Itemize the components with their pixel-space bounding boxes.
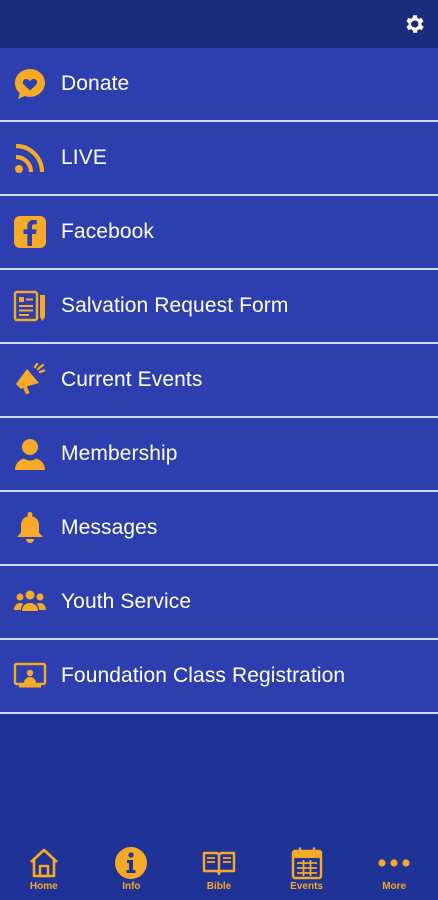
tab-label: Info (122, 881, 141, 892)
home-icon (29, 848, 58, 878)
menu-list: Donate LIVE Facebook Salvation Request F… (0, 48, 438, 714)
menu-item-label: Foundation Class Registration (61, 664, 346, 687)
menu-item-label: Salvation Request Form (61, 294, 289, 317)
calendar-icon (291, 847, 322, 880)
menu-item-salvation-request-form[interactable]: Salvation Request Form (0, 270, 438, 344)
menu-item-label: Current Events (61, 368, 203, 391)
menu-item-live[interactable]: LIVE (0, 122, 438, 196)
group-icon (13, 585, 47, 619)
menu-item-current-events[interactable]: Current Events (0, 344, 438, 418)
tab-label: Events (290, 881, 323, 892)
book-icon (202, 851, 236, 876)
person-icon (13, 437, 47, 471)
bottom-tab-bar: Home Info Bible Events More (0, 840, 438, 900)
tab-events[interactable]: Events (263, 840, 351, 900)
menu-item-label: Facebook (61, 220, 155, 243)
rss-icon (13, 141, 47, 175)
tab-home[interactable]: Home (0, 840, 88, 900)
megaphone-icon (13, 363, 47, 397)
presentation-icon (13, 659, 47, 693)
menu-item-label: LIVE (61, 146, 107, 169)
menu-item-label: Membership (61, 442, 178, 465)
tab-more[interactable]: More (350, 840, 438, 900)
heart-chat-icon (13, 67, 47, 101)
bell-icon (13, 511, 47, 545)
facebook-icon (13, 215, 47, 249)
tab-label: More (382, 881, 407, 892)
menu-item-label: Donate (61, 72, 130, 95)
tab-label: Home (29, 881, 58, 892)
menu-item-facebook[interactable]: Facebook (0, 196, 438, 270)
tab-bible[interactable]: Bible (175, 840, 263, 900)
menu-item-foundation-class-registration[interactable]: Foundation Class Registration (0, 640, 438, 714)
menu-item-donate[interactable]: Donate (0, 48, 438, 122)
info-icon (115, 847, 148, 879)
menu-item-label: Youth Service (61, 590, 192, 613)
menu-item-messages[interactable]: Messages (0, 492, 438, 566)
menu-item-membership[interactable]: Membership (0, 418, 438, 492)
tab-label: Bible (206, 881, 232, 892)
top-bar (0, 0, 438, 48)
gear-icon[interactable] (402, 12, 426, 36)
tab-info[interactable]: Info (88, 840, 176, 900)
menu-item-label: Messages (61, 516, 158, 539)
more-icon (378, 859, 410, 867)
form-icon (13, 289, 47, 323)
menu-item-youth-service[interactable]: Youth Service (0, 566, 438, 640)
